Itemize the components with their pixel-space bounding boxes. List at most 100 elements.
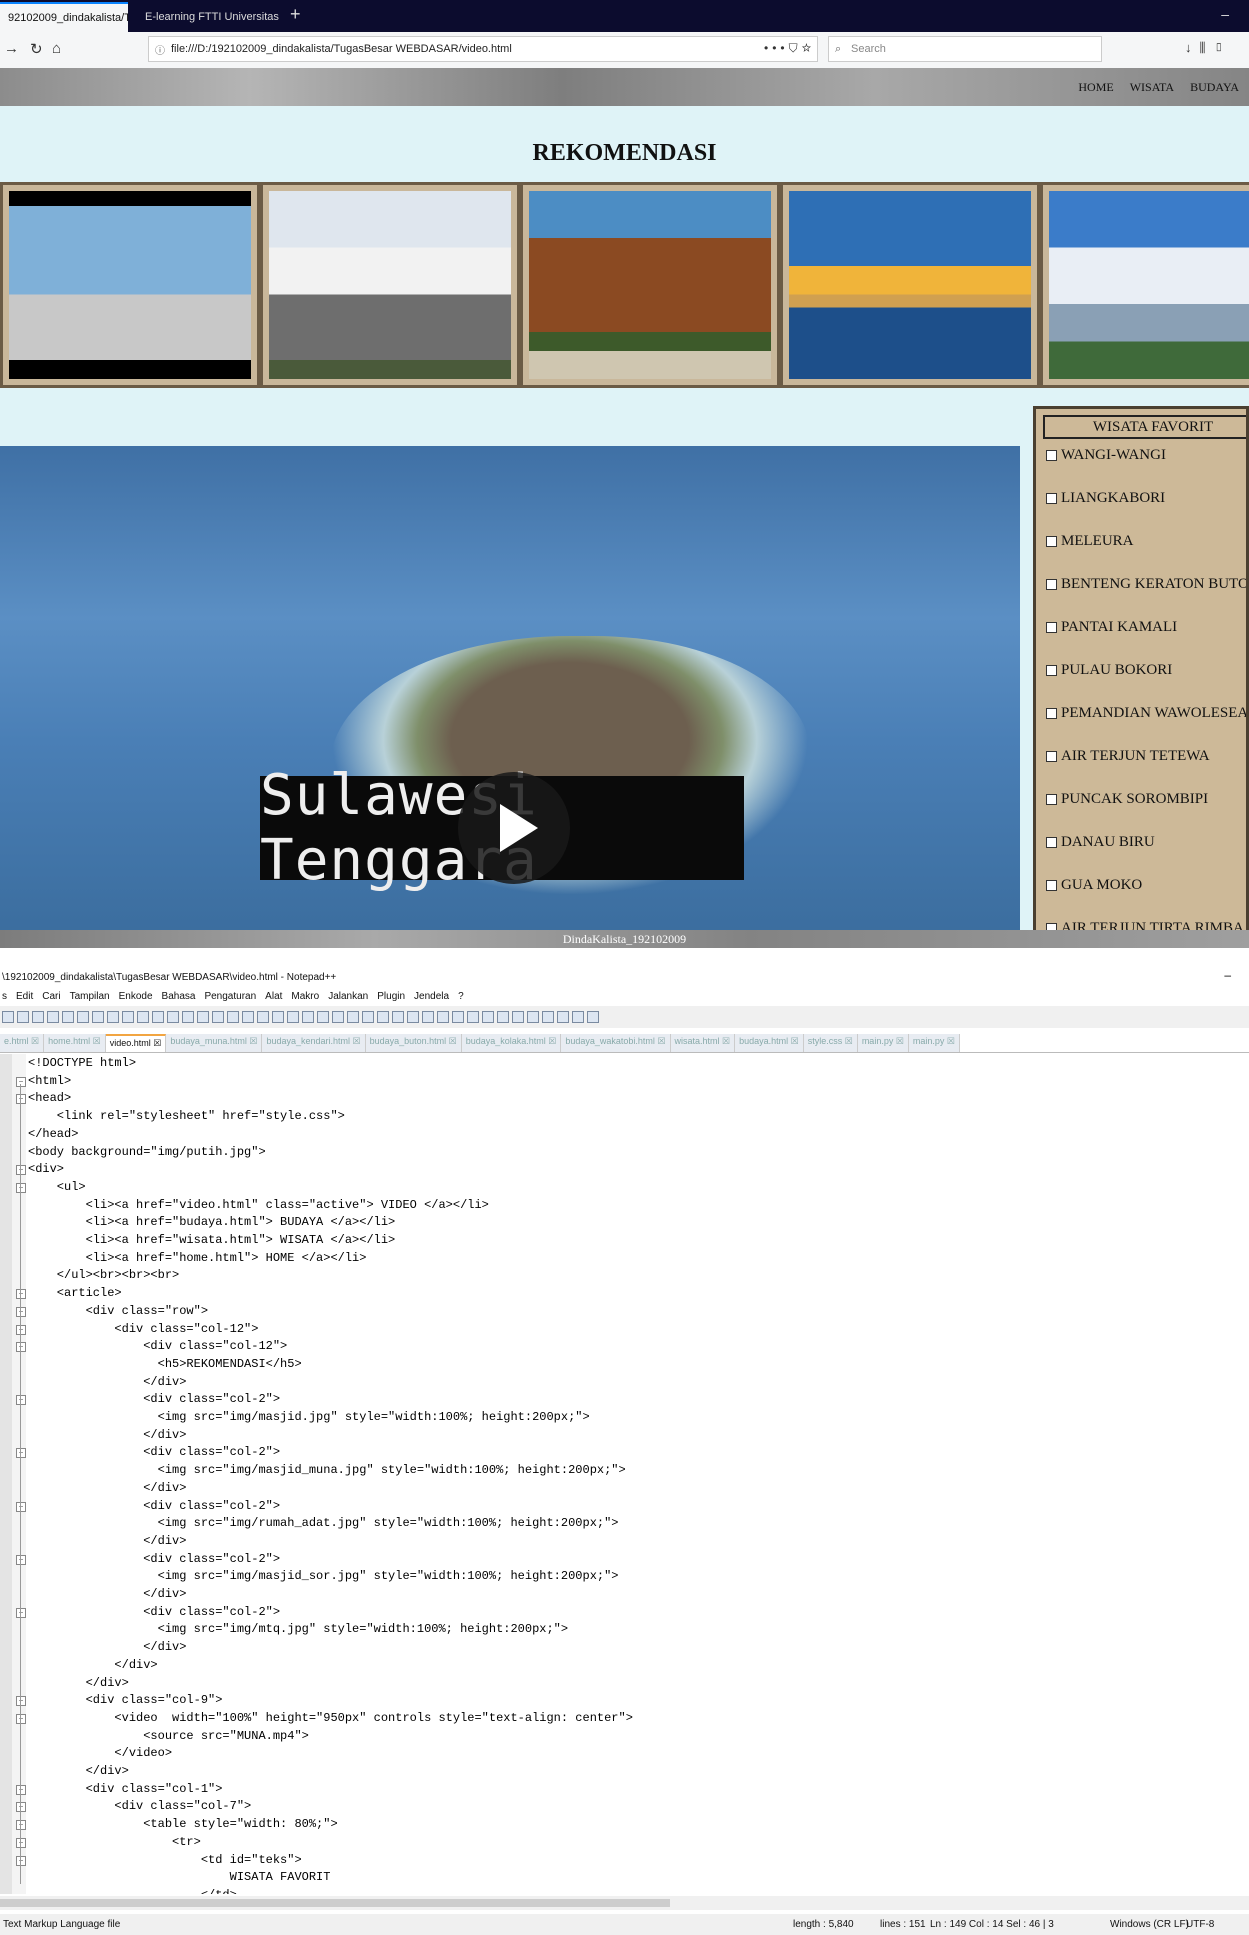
fold-toggle-icon[interactable]: − [16,1289,26,1300]
favorite-checkbox[interactable] [1046,579,1057,590]
favorite-checkbox[interactable] [1046,665,1057,676]
toolbar-button-icon[interactable] [332,1011,344,1023]
close-icon[interactable]: ☒ [720,1036,730,1046]
toolbar-button-icon[interactable] [32,1011,44,1023]
fold-toggle-icon[interactable]: − [16,1837,26,1848]
close-icon[interactable]: ☒ [944,1036,955,1046]
favorite-item[interactable]: BENTENG KERATON BUTON [1046,576,1246,593]
fold-toggle-icon[interactable]: − [16,1696,26,1707]
fold-toggle-icon[interactable]: − [16,1713,26,1724]
menu-item[interactable]: s [2,988,7,1006]
toolbar-button-icon[interactable] [272,1011,284,1023]
menu-item[interactable]: Pengaturan [204,988,256,1006]
forward-icon[interactable]: → [4,40,19,57]
close-icon[interactable]: ☒ [788,1036,799,1046]
fold-toggle-icon[interactable]: − [16,1324,26,1335]
file-tab[interactable]: e.html ☒ [0,1034,45,1052]
file-tab[interactable]: budaya_kendari.html ☒ [262,1034,366,1052]
toolbar-button-icon[interactable] [542,1011,554,1023]
menu-item[interactable]: Makro [291,988,319,1006]
toolbar-button-icon[interactable] [182,1011,194,1023]
toolbar-button-icon[interactable] [467,1011,479,1023]
toolbar-button-icon[interactable] [62,1011,74,1023]
toolbar-button-icon[interactable] [587,1011,599,1023]
close-icon[interactable]: ☒ [151,1038,161,1048]
close-icon[interactable]: ☒ [90,1036,101,1046]
nav-link-home[interactable]: HOME [1078,80,1113,95]
file-tab[interactable]: main.py ☒ [908,1034,960,1052]
toolbar-button-icon[interactable] [122,1011,134,1023]
close-icon[interactable]: ☒ [350,1036,361,1046]
home-icon[interactable]: ⌂ [52,40,61,57]
favorite-item[interactable]: WANGI-WANGI [1046,447,1166,464]
file-tab[interactable]: budaya_buton.html ☒ [365,1034,462,1052]
video-player[interactable]: Sulawesi Tenggara [0,446,1020,938]
menu-item[interactable]: Tampilan [70,988,110,1006]
browser-tab[interactable]: E-learning FTTI Universitas Jen ✕ [132,2,282,32]
menu-item[interactable]: Jendela [414,988,449,1006]
toolbar-button-icon[interactable] [47,1011,59,1023]
toolbar-button-icon[interactable] [407,1011,419,1023]
favorite-checkbox[interactable] [1046,837,1057,848]
file-tab[interactable]: main.py ☒ [857,1034,909,1052]
toolbar-button-icon[interactable] [302,1011,314,1023]
fold-toggle-icon[interactable]: − [16,1182,26,1193]
toolbar-button-icon[interactable] [2,1011,14,1023]
toolbar-button-icon[interactable] [557,1011,569,1023]
toolbar-button-icon[interactable] [257,1011,269,1023]
toolbar-button-icon[interactable] [77,1011,89,1023]
favorite-checkbox[interactable] [1046,708,1057,719]
menu-item[interactable]: Alat [265,988,282,1006]
toolbar-button-icon[interactable] [137,1011,149,1023]
play-icon[interactable] [458,772,570,884]
toolbar-button-icon[interactable] [197,1011,209,1023]
file-tab[interactable]: style.css ☒ [803,1034,858,1052]
fold-toggle-icon[interactable]: − [16,1607,26,1618]
file-tab[interactable]: budaya.html ☒ [735,1034,804,1052]
menu-item[interactable]: Edit [16,988,33,1006]
favorite-item[interactable]: PUNCAK SOROMBIPI [1046,791,1208,808]
url-bar[interactable]: ⓘ file:///D:/192102009_dindakalista/Tuga… [148,36,818,62]
page-actions-icon[interactable]: •••⛉☆ [764,41,815,56]
toolbar-button-icon[interactable] [92,1011,104,1023]
fold-toggle-icon[interactable]: − [16,1165,26,1176]
toolbar-button-icon[interactable] [347,1011,359,1023]
toolbar-button-icon[interactable] [482,1011,494,1023]
toolbar-button-icon[interactable] [212,1011,224,1023]
favorite-checkbox[interactable] [1046,450,1057,461]
fold-toggle-icon[interactable]: − [16,1784,26,1795]
fold-toggle-icon[interactable]: − [16,1855,26,1866]
file-tab[interactable]: budaya_wakatobi.html ☒ [561,1034,671,1052]
toolbar-button-icon[interactable] [572,1011,584,1023]
close-icon[interactable]: ☒ [29,1036,39,1046]
toolbar-button-icon[interactable] [437,1011,449,1023]
toolbar-button-icon[interactable] [377,1011,389,1023]
toolbar-button-icon[interactable] [107,1011,119,1023]
toolbar-button-icon[interactable] [452,1011,464,1023]
favorite-item[interactable]: MELEURA [1046,533,1134,550]
close-icon[interactable]: ☒ [655,1036,665,1046]
fold-toggle-icon[interactable]: − [16,1448,26,1459]
favorite-item[interactable]: LIANGKABORI [1046,490,1165,507]
reload-icon[interactable]: ↻ [30,40,43,58]
favorite-checkbox[interactable] [1046,536,1057,547]
close-icon[interactable]: ☒ [247,1036,257,1046]
file-tab[interactable]: budaya_muna.html ☒ [166,1034,263,1052]
menu-item[interactable]: Cari [42,988,60,1006]
info-icon[interactable]: ⓘ [155,42,165,57]
new-tab-button[interactable]: + [290,4,301,25]
favorite-checkbox[interactable] [1046,880,1057,891]
toolbar-button-icon[interactable] [317,1011,329,1023]
menu-item[interactable]: Bahasa [162,988,196,1006]
fold-toggle-icon[interactable]: − [16,1554,26,1565]
menu-item[interactable]: Jalankan [328,988,368,1006]
file-tab-active[interactable]: video.html ☒ [105,1034,167,1052]
fold-toggle-icon[interactable]: − [16,1501,26,1512]
fold-toggle-icon[interactable]: − [16,1094,26,1105]
favorite-item[interactable]: GUA MOKO [1046,877,1142,894]
toolbar-button-icon[interactable] [17,1011,29,1023]
toolbar-button-icon[interactable] [527,1011,539,1023]
toolbar-button-icon[interactable] [227,1011,239,1023]
close-icon[interactable]: ☒ [546,1036,556,1046]
fold-toggle-icon[interactable]: − [16,1342,26,1353]
